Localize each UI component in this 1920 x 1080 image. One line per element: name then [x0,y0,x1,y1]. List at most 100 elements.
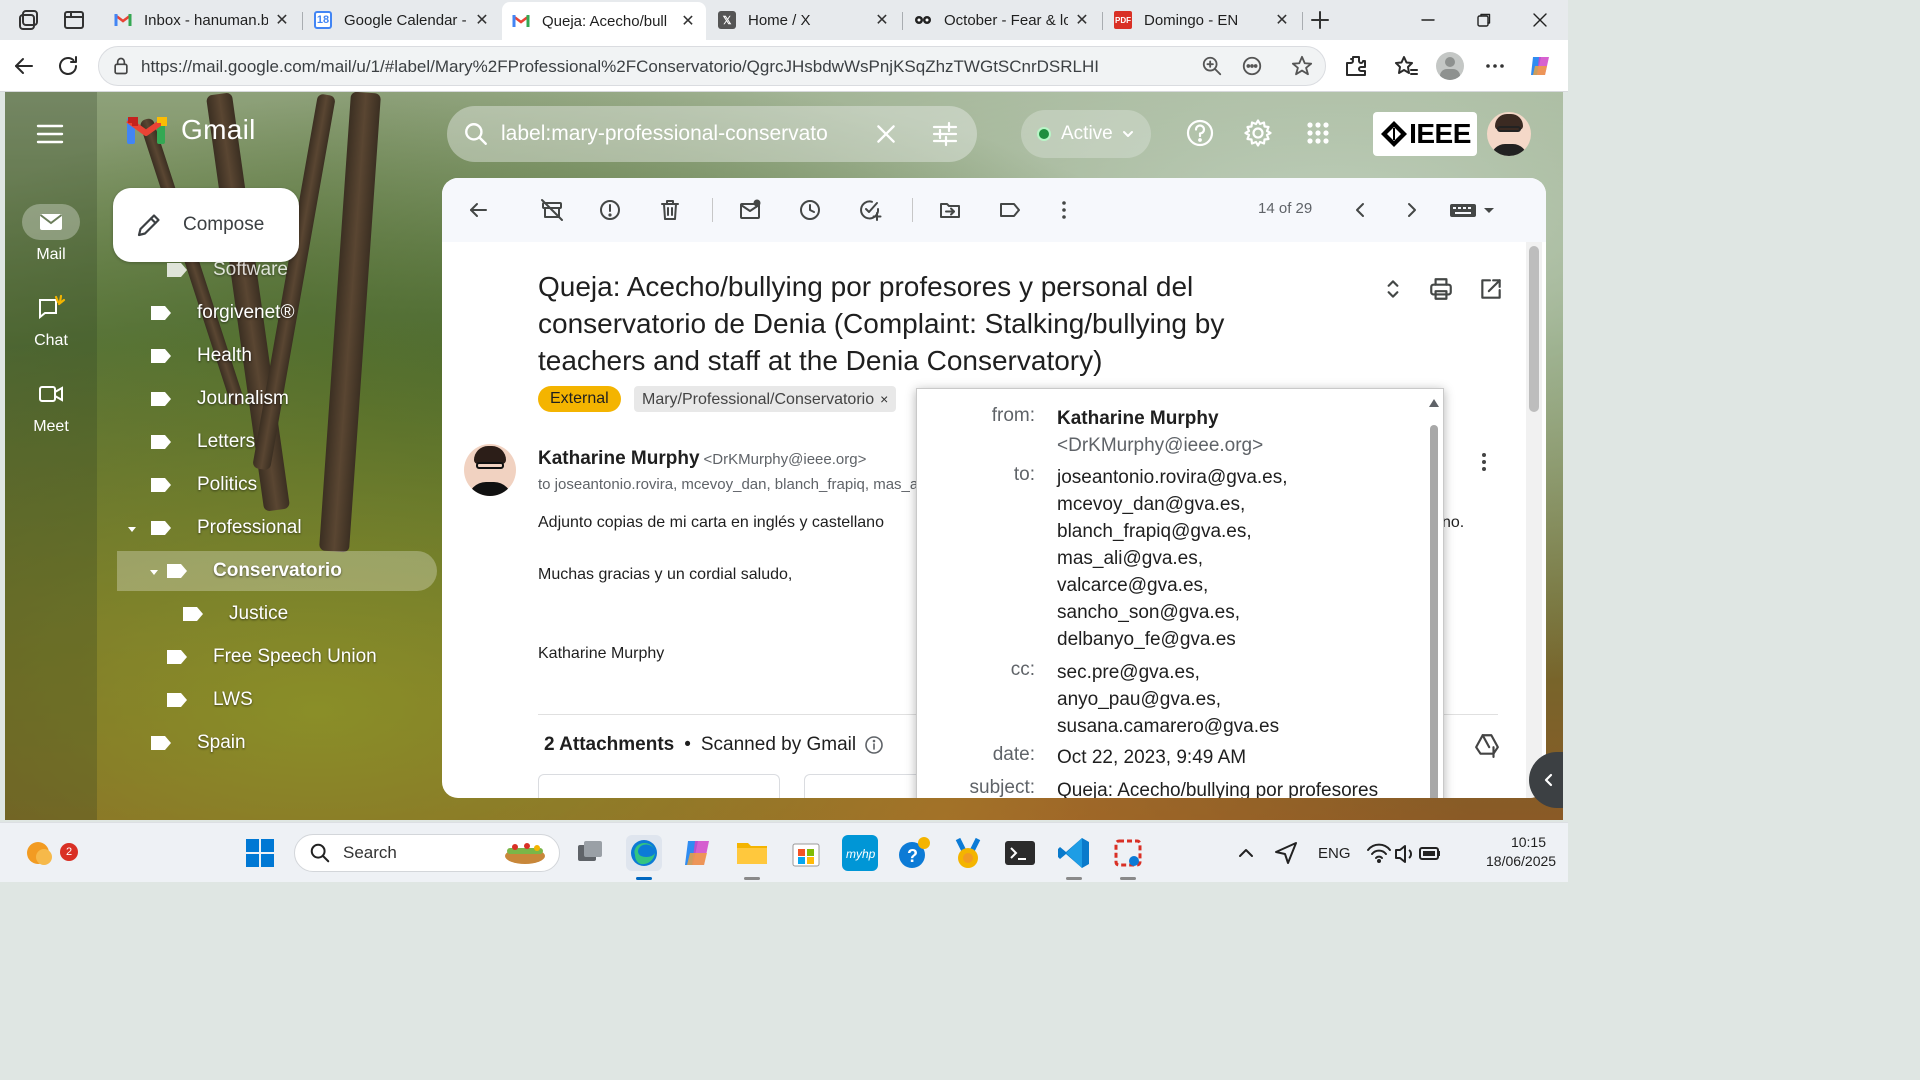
message-more-icon[interactable] [1472,450,1496,474]
tab-inbox[interactable]: Inbox - hanuman.b ✕ [104,4,300,36]
label-as-icon[interactable] [998,198,1022,222]
get-help-icon[interactable]: ? [896,835,932,871]
remove-label-icon[interactable]: × [880,391,888,407]
label-item[interactable]: Health [151,336,252,376]
back-to-list-icon[interactable] [466,198,490,222]
archive-off-icon[interactable] [540,198,564,222]
lock-icon[interactable] [111,56,131,76]
label-item[interactable]: Spain [151,723,246,763]
clear-search-icon[interactable] [873,121,899,147]
url-text[interactable]: https://mail.google.com/mail/u/1/#label/… [141,57,1099,77]
compose-button[interactable]: Compose [113,188,299,262]
snooze-icon[interactable] [798,198,822,222]
profile-icon[interactable] [1436,52,1464,80]
reader-icon[interactable] [1241,55,1263,77]
help-icon[interactable] [1185,118,1215,148]
tab-close-icon[interactable]: ✕ [474,10,490,30]
task-view-icon[interactable] [572,835,608,871]
tab-queja[interactable]: Queja: Acecho/bull ✕ [502,2,706,40]
edge-browser-icon[interactable] [626,835,662,871]
label-item[interactable]: Justice [183,594,288,634]
label-item[interactable]: Free Speech Union [167,637,377,677]
weather-widget-icon[interactable]: 2 [22,835,78,871]
copilot-app-icon[interactable] [680,835,716,871]
back-button[interactable] [10,52,38,80]
start-button[interactable] [242,835,278,871]
report-spam-icon[interactable] [598,198,622,222]
rail-chat[interactable]: Chat [21,290,81,350]
location-icon[interactable] [1270,837,1302,869]
tab-close-icon[interactable]: ✕ [1274,10,1290,30]
file-explorer-icon[interactable] [734,835,770,871]
label-item-selected[interactable]: Conservatorio [117,551,437,591]
favorite-star-icon[interactable] [1291,55,1313,77]
extensions-icon[interactable] [1342,52,1370,80]
terminal-icon[interactable] [1002,835,1038,871]
label-item[interactable]: Professional [151,508,302,548]
tab-calendar[interactable]: 18 Google Calendar - ✕ [304,4,500,36]
mark-unread-icon[interactable] [738,198,762,222]
close-window-button[interactable] [1512,0,1568,40]
tab-close-icon[interactable]: ✕ [274,10,290,30]
label-chip[interactable]: Mary/Professional/Conservatorio × [634,386,897,412]
details-scrollbar[interactable] [1427,395,1441,798]
search-bar[interactable]: label:mary-professional-conservato [447,106,977,162]
attachment-card[interactable] [538,774,780,798]
search-icon[interactable] [463,121,489,147]
taskbar-clock[interactable]: 10:15 18/06/2025 [1486,833,1556,871]
tab-close-icon[interactable]: ✕ [1074,10,1090,30]
tab-close-icon[interactable]: ✕ [874,10,890,30]
search-options-icon[interactable] [931,121,959,147]
label-item[interactable]: Letters [151,422,255,462]
gmail-logo[interactable]: Gmail [125,114,256,146]
settings-gear-icon[interactable] [1243,118,1273,148]
label-item[interactable]: Software [167,260,288,290]
zoom-icon[interactable] [1201,55,1223,77]
scroll-up-arrow-icon[interactable] [1429,399,1439,407]
more-options-icon[interactable] [1481,52,1509,80]
address-bar[interactable]: https://mail.google.com/mail/u/1/#label/… [98,46,1326,86]
tab-actions-icon[interactable] [62,8,86,32]
message-scrollbar-thumb[interactable] [1529,246,1539,412]
label-item[interactable]: Journalism [151,379,289,419]
message-scrollbar[interactable] [1526,242,1542,798]
open-in-new-window-icon[interactable] [1478,276,1504,302]
more-actions-icon[interactable] [1052,198,1076,222]
main-menu-icon[interactable] [35,122,65,146]
copilot-icon[interactable] [1526,52,1554,80]
info-icon[interactable] [864,735,884,755]
snipping-tool-icon[interactable] [1110,835,1146,871]
delete-icon[interactable] [658,198,682,222]
rewards-icon[interactable] [950,835,986,871]
system-tray-status[interactable] [1364,837,1444,869]
print-icon[interactable] [1428,276,1454,302]
tab-domingo[interactable]: PDF Domingo - EN ✕ [1104,4,1300,36]
expand-caret-icon[interactable] [127,524,137,534]
new-tab-icon[interactable] [1308,8,1332,32]
input-tools-icon[interactable] [1448,198,1500,222]
myhp-app-icon[interactable]: myhp [842,835,878,871]
input-language[interactable]: ENG [1318,845,1351,862]
workspaces-icon[interactable] [18,8,42,32]
tab-close-icon[interactable]: ✕ [680,11,696,31]
label-item[interactable]: LWS [167,680,253,720]
account-avatar[interactable] [1487,112,1531,156]
sender-name[interactable]: Katharine Murphy <DrKMurphy@ieee.org> [538,448,866,470]
details-scrollbar-thumb[interactable] [1430,425,1438,798]
status-dropdown[interactable]: Active [1021,110,1151,158]
favorites-icon[interactable] [1392,52,1420,80]
move-to-icon[interactable] [938,198,962,222]
add-task-icon[interactable] [858,198,882,222]
taskbar-search[interactable]: Search [294,834,560,872]
rail-meet[interactable]: Meet [21,376,81,436]
vscode-icon[interactable] [1056,835,1092,871]
restore-button[interactable] [1456,0,1512,40]
refresh-button[interactable] [54,52,82,80]
tab-october[interactable]: October - Fear & lo ✕ [904,4,1100,36]
microsoft-store-icon[interactable] [788,835,824,871]
expand-collapse-icon[interactable] [1380,276,1406,302]
rail-mail[interactable]: Mail [21,204,81,264]
tab-x-home[interactable]: 𝕏 Home / X ✕ [708,4,900,36]
label-item[interactable]: Politics [151,465,257,505]
search-input[interactable]: label:mary-professional-conservato [501,122,849,146]
